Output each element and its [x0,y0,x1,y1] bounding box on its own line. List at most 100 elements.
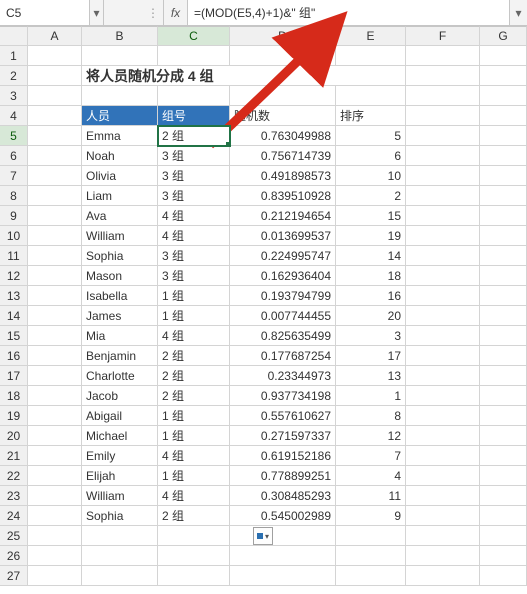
cell-rank-12[interactable]: 18 [336,266,406,286]
header-rand[interactable]: 随机数 [230,106,336,126]
cell-rank-22[interactable]: 4 [336,466,406,486]
cell-A13[interactable] [28,286,82,306]
cell-A19[interactable] [28,406,82,426]
cell-A14[interactable] [28,306,82,326]
row-header-12[interactable]: 12 [0,266,28,286]
cell-F26[interactable] [406,546,480,566]
cell-C25[interactable] [158,526,230,546]
column-header-D[interactable]: D [230,26,336,46]
row-header-21[interactable]: 21 [0,446,28,466]
cell-G21[interactable] [480,446,527,466]
row-header-14[interactable]: 14 [0,306,28,326]
cell-A8[interactable] [28,186,82,206]
cell-rank-5[interactable]: 5 [336,126,406,146]
cell-F21[interactable] [406,446,480,466]
cell-G8[interactable] [480,186,527,206]
cell-person-19[interactable]: Abigail [82,406,158,426]
cell-rand-18[interactable]: 0.937734198 [230,386,336,406]
cell-group-15[interactable]: 4 组 [158,326,230,346]
cell-D26[interactable] [230,546,336,566]
cell-person-5[interactable]: Emma [82,126,158,146]
cell-group-24[interactable]: 2 组 [158,506,230,526]
cell-F25[interactable] [406,526,480,546]
cell-rand-23[interactable]: 0.308485293 [230,486,336,506]
cell-rank-8[interactable]: 2 [336,186,406,206]
cell-G3[interactable] [480,86,527,106]
cell-F7[interactable] [406,166,480,186]
cell-C1[interactable] [158,46,230,66]
header-rank[interactable]: 排序 [336,106,406,126]
cell-F9[interactable] [406,206,480,226]
cell-G7[interactable] [480,166,527,186]
cell-rank-13[interactable]: 16 [336,286,406,306]
cell-person-17[interactable]: Charlotte [82,366,158,386]
cell-rank-21[interactable]: 7 [336,446,406,466]
cell-group-13[interactable]: 1 组 [158,286,230,306]
row-header-25[interactable]: 25 [0,526,28,546]
cell-A9[interactable] [28,206,82,226]
cell-F18[interactable] [406,386,480,406]
cell-group-21[interactable]: 4 组 [158,446,230,466]
cell-A26[interactable] [28,546,82,566]
cell-rand-7[interactable]: 0.491898573 [230,166,336,186]
row-header-9[interactable]: 9 [0,206,28,226]
cell-G12[interactable] [480,266,527,286]
cell-A2[interactable] [28,66,82,86]
cell-person-20[interactable]: Michael [82,426,158,446]
cell-rand-20[interactable]: 0.271597337 [230,426,336,446]
cell-group-8[interactable]: 3 组 [158,186,230,206]
cell-group-17[interactable]: 2 组 [158,366,230,386]
name-box[interactable]: C5 [0,0,90,25]
cell-A1[interactable] [28,46,82,66]
cell-person-8[interactable]: Liam [82,186,158,206]
cell-person-12[interactable]: Mason [82,266,158,286]
cell-A25[interactable] [28,526,82,546]
cell-rank-24[interactable]: 9 [336,506,406,526]
cell-group-19[interactable]: 1 组 [158,406,230,426]
row-header-7[interactable]: 7 [0,166,28,186]
cell-F13[interactable] [406,286,480,306]
row-header-3[interactable]: 3 [0,86,28,106]
cell-A15[interactable] [28,326,82,346]
cell-person-22[interactable]: Elijah [82,466,158,486]
cell-person-21[interactable]: Emily [82,446,158,466]
cell-A4[interactable] [28,106,82,126]
row-header-5[interactable]: 5 [0,126,28,146]
cell-A11[interactable] [28,246,82,266]
cell-F12[interactable] [406,266,480,286]
cell-B25[interactable] [82,526,158,546]
cell-group-5[interactable]: 2 组 [158,126,230,146]
cell-G4[interactable] [480,106,527,126]
title-cell[interactable]: 将人员随机分成 4 组 [82,66,406,86]
cell-rand-11[interactable]: 0.224995747 [230,246,336,266]
header-group[interactable]: 组号 [158,106,230,126]
cell-rank-20[interactable]: 12 [336,426,406,446]
cell-A16[interactable] [28,346,82,366]
cell-G20[interactable] [480,426,527,446]
cell-rank-6[interactable]: 6 [336,146,406,166]
cell-F17[interactable] [406,366,480,386]
formula-bar-expand-icon[interactable]: ▾ [509,0,527,25]
cell-F3[interactable] [406,86,480,106]
cell-A22[interactable] [28,466,82,486]
cell-G11[interactable] [480,246,527,266]
cell-group-12[interactable]: 3 组 [158,266,230,286]
cell-F4[interactable] [406,106,480,126]
cell-F14[interactable] [406,306,480,326]
cell-rank-23[interactable]: 11 [336,486,406,506]
cell-group-22[interactable]: 1 组 [158,466,230,486]
cell-rand-19[interactable]: 0.557610627 [230,406,336,426]
cell-rand-21[interactable]: 0.619152186 [230,446,336,466]
formula-input[interactable]: =(MOD(E5,4)+1)&" 组" [188,0,509,25]
cell-A12[interactable] [28,266,82,286]
cell-group-18[interactable]: 2 组 [158,386,230,406]
row-header-13[interactable]: 13 [0,286,28,306]
cell-group-11[interactable]: 3 组 [158,246,230,266]
cell-E25[interactable] [336,526,406,546]
cell-rank-16[interactable]: 17 [336,346,406,366]
cell-G27[interactable] [480,566,527,586]
cell-F27[interactable] [406,566,480,586]
cell-F5[interactable] [406,126,480,146]
cell-E3[interactable] [336,86,406,106]
cell-G17[interactable] [480,366,527,386]
